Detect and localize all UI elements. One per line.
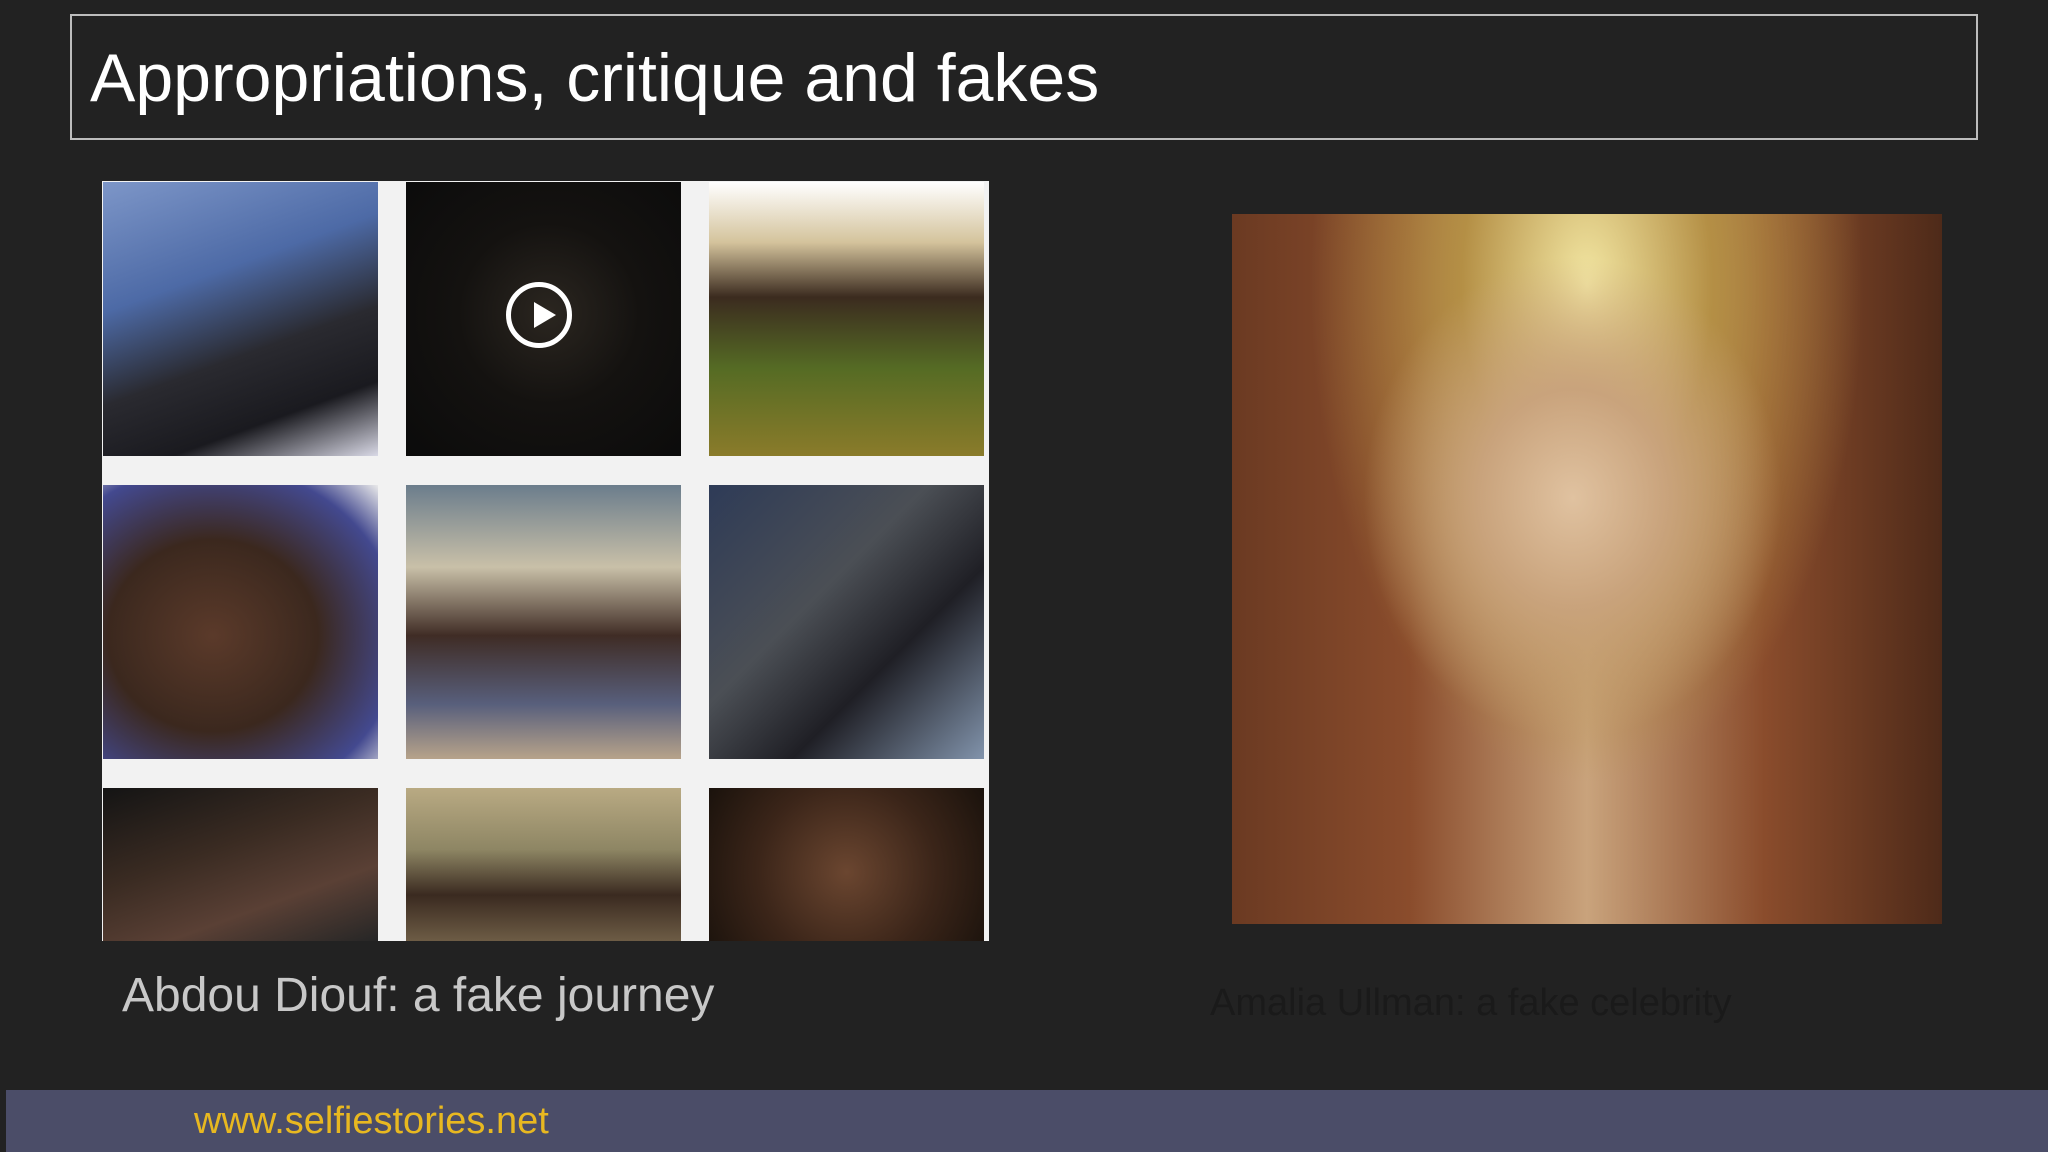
play-icon[interactable]	[506, 282, 572, 348]
slide-title: Appropriations, critique and fakes	[90, 40, 1100, 116]
grid-photo	[709, 182, 984, 456]
grid-photo	[709, 485, 984, 759]
title-box: Appropriations, critique and fakes	[70, 14, 1978, 140]
grid-photo	[709, 788, 984, 941]
grid-photo	[406, 485, 681, 759]
grid-photo	[103, 182, 378, 456]
left-caption: Abdou Diouf: a fake journey	[122, 969, 715, 1022]
grid-photo	[103, 788, 378, 941]
right-caption: Amalia Ullman: a fake celebrity	[1210, 982, 1732, 1024]
footer-bar: www.selfiestories.net	[6, 1090, 2048, 1152]
grid-photo	[406, 788, 681, 941]
footer-website-link[interactable]: www.selfiestories.net	[194, 1100, 549, 1143]
mirror-selfie-photo	[1232, 214, 1942, 924]
grid-photo	[103, 485, 378, 759]
grid-video-thumbnail[interactable]	[406, 182, 681, 456]
selfie-photo-grid	[102, 181, 989, 941]
